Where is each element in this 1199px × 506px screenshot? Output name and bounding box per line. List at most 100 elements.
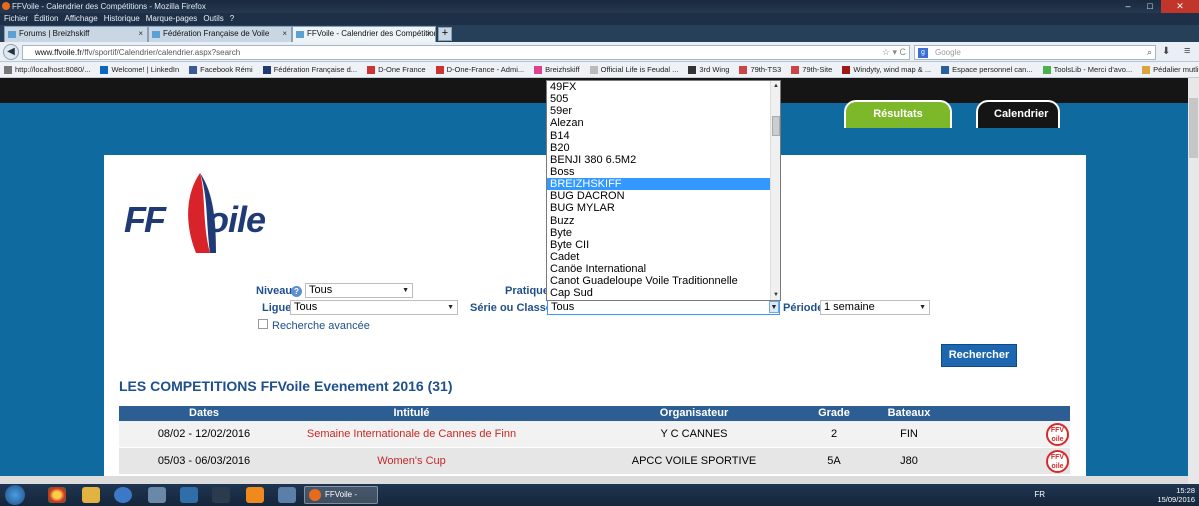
steam-icon[interactable] <box>212 487 230 503</box>
back-arrow-icon[interactable]: ◀ <box>3 44 19 60</box>
app-icon[interactable] <box>278 487 296 503</box>
bookmark-item[interactable]: Fédération Française d... <box>262 62 357 77</box>
table-row[interactable]: 05/03 - 06/03/2016 Women's Cup APCC VOIL… <box>119 448 1070 475</box>
clock[interactable]: 15:28 15/09/2016 <box>1155 486 1195 504</box>
bookmark-item[interactable]: Breizhskiff <box>534 62 580 77</box>
search-button[interactable]: Rechercher <box>941 344 1017 367</box>
bookmark-item[interactable]: Facebook Rémi <box>189 62 253 77</box>
bookmark-item[interactable]: Welcome! | LinkedIn <box>100 62 179 77</box>
tab-close-icon[interactable]: × <box>282 27 287 41</box>
app-icon[interactable] <box>148 487 166 503</box>
bookmark-item[interactable]: D-One France <box>367 62 426 77</box>
search-input[interactable]: g Google ⌕ <box>914 45 1156 60</box>
new-tab-button[interactable]: + <box>438 27 452 41</box>
tab-close-icon[interactable]: × <box>426 27 431 41</box>
scroll-up-icon[interactable]: ▲ <box>771 81 780 91</box>
col-dates[interactable]: Dates <box>119 406 289 421</box>
advanced-search-checkbox[interactable] <box>258 319 268 329</box>
close-window-button[interactable]: ✕ <box>1161 0 1199 13</box>
tab-forums[interactable]: Forums | Breizhskiff × <box>4 26 148 42</box>
page-vertical-scrollbar[interactable] <box>1188 78 1199 484</box>
menu-historique[interactable]: Historique <box>104 13 140 25</box>
scroll-thumb[interactable] <box>772 116 780 136</box>
dropdown-option[interactable]: 59er <box>547 105 771 117</box>
tab-calendrier[interactable]: FFVoile - Calendrier des Compétitions × <box>292 26 436 42</box>
dropdown-option[interactable]: Buzz <box>547 215 771 227</box>
folder-icon[interactable] <box>82 487 100 503</box>
bookmark-item[interactable]: Pédalier mutli effets Li... <box>1142 62 1199 77</box>
tab-label: FFVoile - Calendrier des Compétitions <box>307 29 436 38</box>
dropdown-option[interactable]: Cadet <box>547 251 771 263</box>
menu-fichier[interactable]: Fichier <box>4 13 28 25</box>
url-bar[interactable]: www.ffvoile.fr/ffv/sportif/Calendrier/ca… <box>22 45 910 60</box>
bookmark-item[interactable]: ToolsLib - Merci d'avo... <box>1042 62 1132 77</box>
dropdown-scrollbar[interactable]: ▲ ▼ <box>770 81 780 300</box>
url-actions-icon[interactable]: ☆ ▾ C <box>882 46 906 59</box>
dropdown-option-selected[interactable]: BREIZHSKIFF <box>547 178 771 191</box>
menu-affichage[interactable]: Affichage <box>64 13 97 25</box>
dropdown-option[interactable]: B14 <box>547 130 771 142</box>
app-icon[interactable] <box>114 487 132 503</box>
tab-calendrier-site[interactable]: Calendrier <box>976 100 1060 128</box>
download-icon[interactable]: ⬇ <box>1162 46 1170 57</box>
minimize-button[interactable]: – <box>1117 0 1139 13</box>
dropdown-option[interactable]: Canot Guadeloupe Voile Traditionnelle <box>547 275 771 287</box>
advanced-search-label[interactable]: Recherche avancée <box>272 320 370 332</box>
periode-select[interactable]: 1 semaine ▼ <box>820 300 930 315</box>
maximize-button[interactable]: □ <box>1139 0 1161 13</box>
serie-select[interactable]: Tous ▼ <box>547 300 780 315</box>
dropdown-option[interactable]: BUG DACRON <box>547 190 771 202</box>
menu-help[interactable]: ? <box>230 13 234 25</box>
bookmark-item[interactable]: 3rd Wing <box>688 62 729 77</box>
hamburger-menu-icon[interactable]: ≡ <box>1184 45 1190 57</box>
scroll-thumb[interactable] <box>1189 98 1198 158</box>
dropdown-option[interactable]: Byte CII <box>547 239 771 251</box>
menu-marque-pages[interactable]: Marque-pages <box>146 13 198 25</box>
bookmark-item[interactable]: D-One-France - Admi... <box>435 62 524 77</box>
dropdown-option[interactable]: 505 <box>547 93 771 105</box>
chrome-icon[interactable] <box>48 487 66 503</box>
app-icon[interactable] <box>180 487 198 503</box>
dropdown-option[interactable]: BENJI 380 6.5M2 <box>547 154 771 166</box>
row-intitule-link[interactable]: Semaine Internationale de Cannes de Finn <box>289 421 534 448</box>
tab-resultats[interactable]: Résultats <box>844 100 952 128</box>
niveau-select[interactable]: Tous ▼ <box>305 283 413 298</box>
language-indicator[interactable]: FR <box>1034 490 1045 499</box>
menu-edition[interactable]: Édition <box>34 13 58 25</box>
bookmark-item[interactable]: Official Life is Feudal ... <box>589 62 678 77</box>
scroll-down-icon[interactable]: ▼ <box>771 290 780 300</box>
bookmark-item[interactable]: 79th-Site <box>791 62 832 77</box>
dropdown-option[interactable]: Boss <box>547 166 771 178</box>
ligue-select[interactable]: Tous ▼ <box>290 300 458 315</box>
dropdown-option[interactable]: Cap Sud <box>547 287 771 299</box>
table-row[interactable]: 08/02 - 12/02/2016 Semaine International… <box>119 421 1070 448</box>
vlc-icon[interactable] <box>246 487 264 503</box>
serie-dropdown-list[interactable]: 49FX 505 59er Alezan B14 B20 BENJI 380 6… <box>546 80 781 301</box>
ffvoile-logo[interactable]: FF oile <box>124 173 304 253</box>
ffvoile-badge-icon[interactable]: FFV oile <box>1046 450 1069 473</box>
row-intitule-link[interactable]: Women's Cup <box>289 448 534 475</box>
menu-outils[interactable]: Outils <box>203 13 223 25</box>
chevron-down-icon[interactable]: ▼ <box>769 301 779 313</box>
dropdown-option[interactable]: Canöe International <box>547 263 771 275</box>
col-grade[interactable]: Grade <box>804 406 864 421</box>
dropdown-option[interactable]: BUG MYLAR <box>547 202 771 214</box>
dropdown-option[interactable]: B20 <box>547 142 771 154</box>
dropdown-option[interactable]: Alezan <box>547 117 771 129</box>
bookmark-item[interactable]: Espace personnel can... <box>941 62 1033 77</box>
ffvoile-badge-icon[interactable]: FFV oile <box>1046 423 1069 446</box>
windows-start-icon[interactable] <box>5 485 25 505</box>
firefox-taskbar-button[interactable]: FFVoile - Cal... <box>304 486 378 504</box>
tab-federation[interactable]: Fédération Française de Voile × <box>148 26 292 42</box>
bookmark-item[interactable]: Windyty, wind map & ... <box>842 62 931 77</box>
col-intitule[interactable]: Intitulé <box>289 406 534 421</box>
bookmark-item[interactable]: http://localhost:8080/... <box>4 62 90 77</box>
info-icon[interactable]: ? <box>291 286 302 297</box>
dropdown-option[interactable]: 49FX <box>547 81 771 93</box>
bookmark-item[interactable]: 79th-TS3 <box>739 62 781 77</box>
search-icon[interactable]: ⌕ <box>1147 46 1152 59</box>
page-horizontal-scrollbar[interactable] <box>0 476 1188 484</box>
tab-close-icon[interactable]: × <box>138 27 143 41</box>
dropdown-option[interactable]: Byte <box>547 227 771 239</box>
col-bateaux[interactable]: Bateaux <box>879 406 939 421</box>
